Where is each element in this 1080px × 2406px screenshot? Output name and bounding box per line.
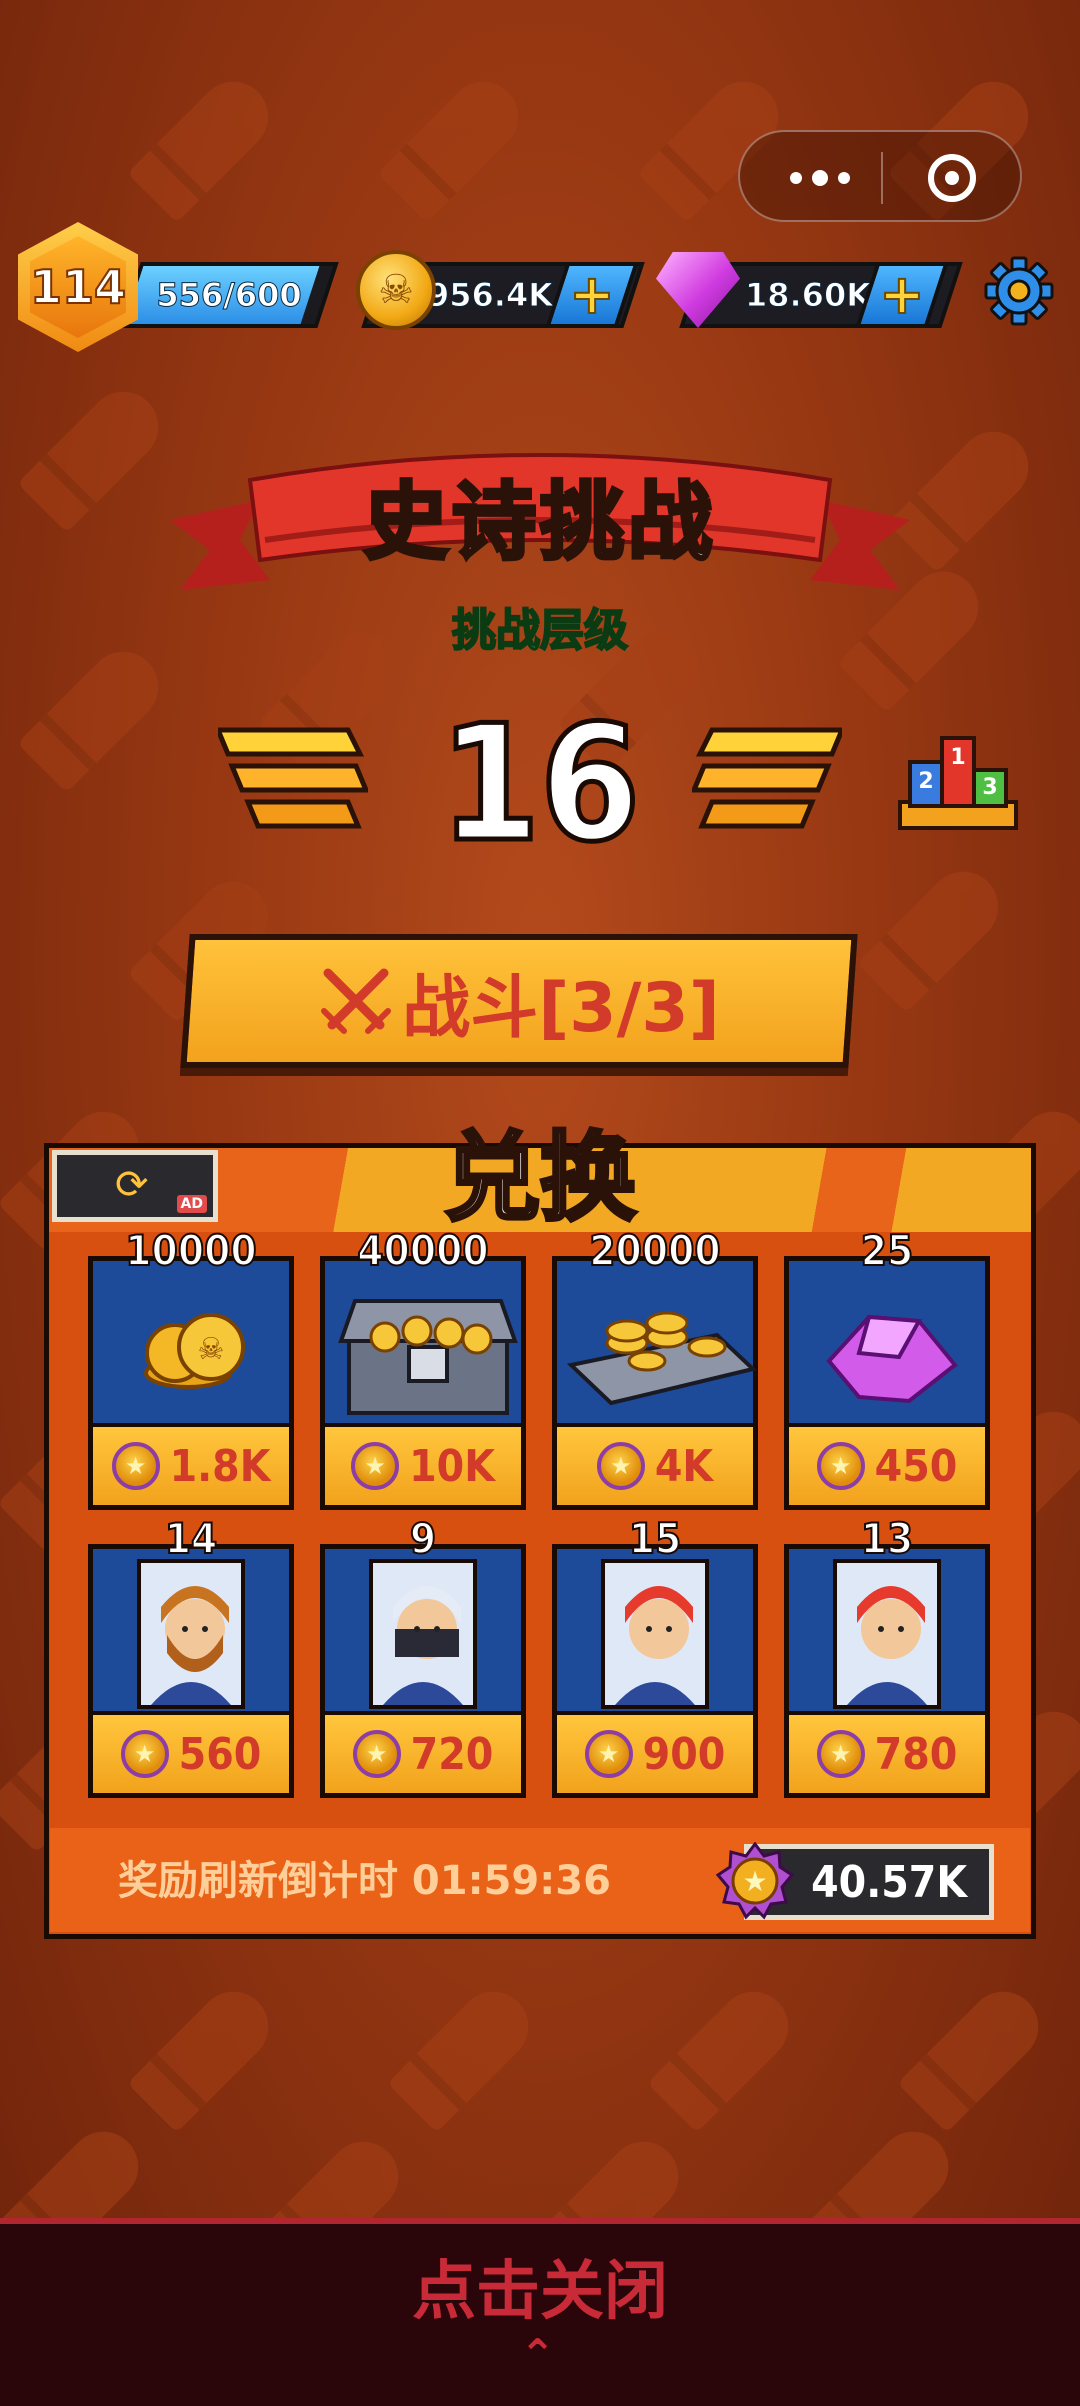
- item-quantity: 15: [628, 1513, 683, 1564]
- medal-icon: [816, 1442, 865, 1490]
- battle-button[interactable]: 战斗[3/3]: [180, 934, 858, 1068]
- challenge-level-label: 挑战层级: [451, 604, 629, 657]
- item-price-value: 780: [874, 1728, 958, 1780]
- item-quantity: 25: [860, 1225, 915, 1276]
- xp-bar: 556/600: [119, 262, 339, 328]
- svg-text:★: ★: [742, 1865, 767, 1898]
- exchange-item[interactable]: 720: [320, 1544, 526, 1798]
- coin-tray-icon: [557, 1261, 758, 1427]
- page-title: 史诗挑战: [362, 471, 716, 573]
- item-quantity: 9: [409, 1513, 437, 1564]
- item-price: 720: [325, 1711, 521, 1793]
- exchange-item[interactable]: 4K: [552, 1256, 758, 1510]
- medal-icon: [816, 1730, 865, 1778]
- svg-text:3: 3: [982, 775, 997, 800]
- item-quantity: 14: [164, 1513, 219, 1564]
- leaderboard-podium-icon[interactable]: 2 1 3: [896, 718, 1020, 834]
- battle-label: 战斗[3/3]: [402, 968, 720, 1048]
- exchange-item[interactable]: 780: [784, 1544, 990, 1798]
- item-price-value: 10K: [409, 1440, 495, 1492]
- close-miniprogram-button[interactable]: [928, 154, 976, 202]
- item-price-value: 560: [178, 1728, 262, 1780]
- item-price: 10K: [325, 1423, 521, 1505]
- medal-icon: [596, 1442, 645, 1490]
- item-price-value: 900: [642, 1728, 726, 1780]
- item-price-value: 450: [874, 1440, 958, 1492]
- gem-icon: [789, 1261, 985, 1427]
- hero-ninja-icon: [325, 1549, 521, 1715]
- exchange-item[interactable]: 10K: [320, 1256, 526, 1510]
- right-wing-icon: [692, 727, 842, 829]
- svg-text:1: 1: [950, 745, 965, 770]
- medal-currency-icon: ★: [715, 1841, 795, 1920]
- more-menu-button[interactable]: [780, 160, 860, 196]
- item-price: 780: [789, 1711, 985, 1793]
- item-price-value: 720: [410, 1728, 494, 1780]
- exchange-item[interactable]: 900: [552, 1544, 758, 1798]
- hero-redhair-icon: [557, 1549, 753, 1715]
- hero-bearded-icon: [93, 1549, 289, 1715]
- chevron-up-icon: ⌃: [520, 2330, 556, 2379]
- coin-pile-icon: ☠: [93, 1261, 289, 1427]
- exchange-item[interactable]: 450: [784, 1256, 990, 1510]
- exchange-item[interactable]: ☠ 1.8K: [88, 1256, 294, 1510]
- item-price: 1.8K: [93, 1423, 289, 1505]
- item-quantity: 20000: [588, 1225, 721, 1276]
- player-level: 114: [30, 236, 126, 338]
- svg-text:2: 2: [918, 769, 933, 794]
- ad-refresh-button[interactable]: ⟳ AD: [52, 1150, 218, 1222]
- settings-gear-icon[interactable]: [984, 256, 1054, 326]
- capsule-divider: [881, 152, 883, 204]
- item-quantity: 13: [860, 1513, 915, 1564]
- medal-icon: [120, 1730, 169, 1778]
- svg-text:☠: ☠: [198, 1332, 225, 1367]
- xp-text: 556/600: [156, 276, 302, 315]
- refresh-countdown: 奖励刷新倒计时 01:59:36: [118, 1858, 611, 1904]
- item-price: 4K: [557, 1423, 753, 1505]
- item-quantity: 10000: [124, 1225, 257, 1276]
- miniprogram-capsule: [738, 130, 1022, 222]
- item-price-value: 1.8K: [169, 1440, 271, 1492]
- crossed-swords-icon: [321, 968, 392, 1034]
- close-label[interactable]: 点击关闭: [0, 2240, 1080, 2332]
- item-price: 560: [93, 1711, 289, 1793]
- item-quantity: 40000: [356, 1225, 489, 1276]
- medal-icon: [352, 1730, 401, 1778]
- item-price: 900: [557, 1711, 753, 1793]
- hero-redhair-icon: [789, 1549, 985, 1715]
- skull-coin-icon: [356, 250, 436, 330]
- item-price: 450: [789, 1423, 985, 1505]
- medal-icon: [351, 1442, 400, 1490]
- item-price-value: 4K: [654, 1440, 714, 1492]
- medal-icon: [111, 1442, 160, 1490]
- medal-icon: [584, 1730, 633, 1778]
- refresh-icon: ⟳: [115, 1162, 149, 1208]
- treasure-chest-icon: [325, 1261, 521, 1427]
- ad-badge: AD: [176, 1195, 207, 1213]
- exchange-item[interactable]: 560: [88, 1544, 294, 1798]
